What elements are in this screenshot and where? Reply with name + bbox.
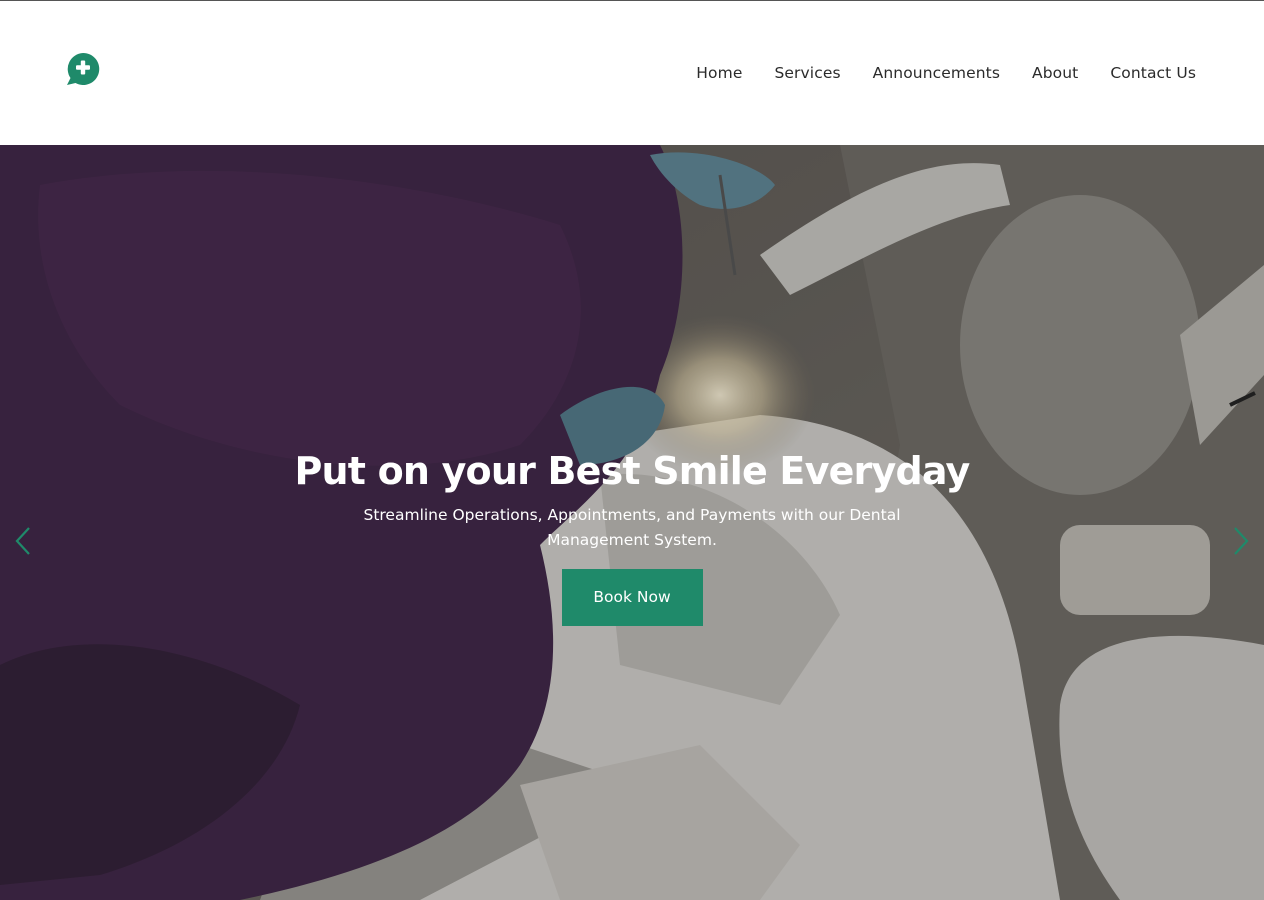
chevron-left-icon [15, 527, 30, 555]
hero-content: Put on your Best Smile Everyday Streamli… [0, 445, 1264, 626]
hero-subtitle: Streamline Operations, Appointments, and… [363, 506, 901, 549]
speech-bubble-plus-icon [67, 52, 100, 85]
logo[interactable] [66, 52, 100, 86]
chevron-right-icon [1234, 527, 1249, 555]
nav-home[interactable]: Home [696, 63, 742, 83]
nav-contact-us[interactable]: Contact Us [1110, 63, 1196, 83]
site-header: Home Services Announcements About Contac… [0, 1, 1264, 145]
nav-services[interactable]: Services [774, 63, 840, 83]
hero-title: Put on your Best Smile Everyday [294, 449, 970, 493]
nav-about[interactable]: About [1032, 63, 1078, 83]
carousel-next-button[interactable] [1228, 525, 1252, 557]
main-nav: Home Services Announcements About Contac… [696, 63, 1196, 83]
book-now-button[interactable]: Book Now [561, 569, 703, 626]
hero-carousel: Put on your Best Smile Everyday Streamli… [0, 145, 1264, 900]
carousel-prev-button[interactable] [12, 525, 36, 557]
nav-announcements[interactable]: Announcements [873, 63, 1000, 83]
